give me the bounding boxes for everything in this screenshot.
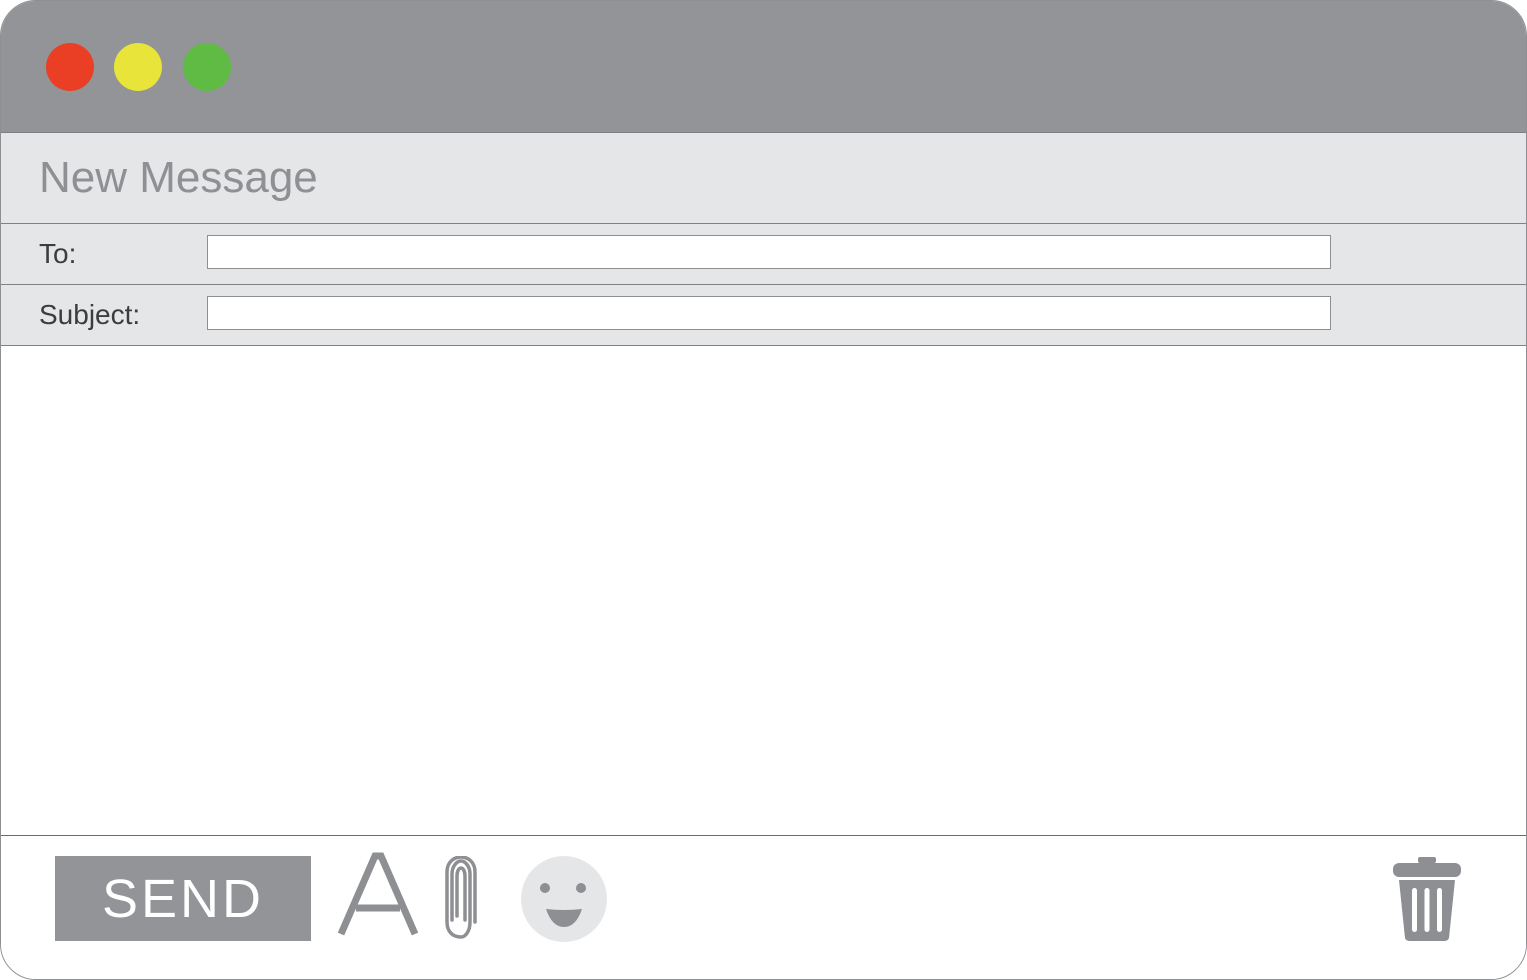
delete-draft-button[interactable] [1389,856,1465,942]
font-format-button[interactable] [337,848,419,944]
compose-header: New Message [1,133,1526,224]
send-button[interactable]: SEND [55,856,311,941]
to-field[interactable] [207,235,1331,269]
close-window-button[interactable] [46,43,94,91]
emoji-button[interactable] [521,856,607,942]
subject-label: Subject: [39,299,141,330]
window-titlebar[interactable] [1,1,1526,133]
email-compose-window: New Message To: Subject: SEND [0,0,1527,980]
zoom-window-button[interactable] [183,43,231,91]
message-body-textarea[interactable] [1,346,1526,835]
subject-field[interactable] [207,296,1331,330]
trash-icon [1393,857,1461,941]
minimize-window-button[interactable] [114,43,162,91]
to-label: To: [39,238,77,269]
smiley-icon [521,856,607,942]
to-field-row: To: [1,224,1526,285]
paperclip-icon [445,856,477,939]
compose-toolbar: SEND [1,835,1526,979]
attach-button[interactable] [439,856,483,942]
page-title: New Message [39,153,318,202]
font-format-icon [337,852,419,936]
subject-field-row: Subject: [1,285,1526,346]
